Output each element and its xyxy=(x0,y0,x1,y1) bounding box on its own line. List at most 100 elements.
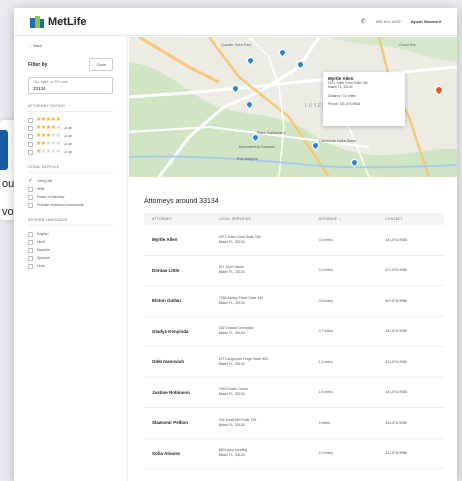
results-panel: Attorneys around 33134 ATTORNEY LEGAL SE… xyxy=(144,198,444,469)
table-row[interactable]: Elston Gullan 7268 Ashley Place Suite 344… xyxy=(144,286,444,317)
attorney-name[interactable]: Myrtle Allen xyxy=(152,237,219,242)
filter-option[interactable]: Urdu xyxy=(28,262,113,270)
clear-button[interactable]: Clear xyxy=(89,58,113,71)
attorney-address: 7268 Ashley Place Suite 344 Miami FL, 331… xyxy=(219,296,319,306)
option-label: Spanish xyxy=(37,256,50,260)
checkbox[interactable] xyxy=(28,125,33,131)
attorney-distance: 0.3 miles xyxy=(318,268,333,273)
address-line2: Miami FL, 33134 xyxy=(218,300,245,305)
col-contact: CONTACT xyxy=(385,217,403,221)
brand-logo[interactable]: MetLife xyxy=(30,15,87,28)
address-line2: Miami FL, 33134 xyxy=(218,239,245,244)
address-line2: Miami FL, 33134 xyxy=(218,270,245,275)
attorney-address: 9372 Juliet Crest Suite 336 Miami FL, 331… xyxy=(219,235,319,245)
checkbox[interactable] xyxy=(28,149,33,155)
table-row[interactable]: Gleb Ivanovich 127 Langworth Forge Suite … xyxy=(144,347,444,378)
card-phone[interactable]: Phone: 331-876-9988 xyxy=(328,102,400,106)
filter-option[interactable]: Wills xyxy=(28,185,113,193)
filter-option[interactable]: English xyxy=(28,230,113,238)
star-rating-icon: ★★★★★ xyxy=(36,141,61,147)
checkbox[interactable] xyxy=(28,186,33,192)
attorney-distance: 1.2 miles xyxy=(318,359,333,364)
attorney-name[interactable]: Justine Robinson xyxy=(152,390,219,395)
rating-option[interactable]: ★★★★★ & up xyxy=(28,132,113,140)
filter-title: Filter by xyxy=(28,61,48,68)
filter-sidebar: ← Back Filter by Clear City, state, or Z… xyxy=(14,37,128,481)
chevron-down-icon: ▾ xyxy=(438,19,441,24)
filter-option[interactable]: ✓ Living will xyxy=(28,177,113,185)
attorney-contact[interactable]: 331-876-9988 xyxy=(385,238,444,242)
option-label: English xyxy=(37,232,49,236)
rating-option[interactable]: ★★★★★ & up xyxy=(28,124,113,132)
attorney-contact[interactable]: 331-876-9988 xyxy=(385,451,444,455)
filter-option[interactable]: Power of attorney xyxy=(28,193,113,201)
attorney-contact[interactable]: 671-876-9988 xyxy=(385,268,444,272)
attorney-contact[interactable]: 331-876-9988 xyxy=(385,360,444,364)
attorney-address: 392 Chance Overpass Miami FL, 33134 xyxy=(219,326,319,336)
checkbox[interactable] xyxy=(28,202,33,208)
filter-option[interactable]: Mandrin xyxy=(28,246,113,254)
results-title: Attorneys around 33134 xyxy=(144,198,219,205)
user-menu[interactable]: Ayush Saxena ▾ xyxy=(411,19,441,24)
filter-option[interactable]: Hindi xyxy=(28,238,113,246)
table-row[interactable]: Gladys Kenyinda 392 Chance Overpass Miami … xyxy=(144,317,444,347)
attorney-distance: 1.5 miles xyxy=(318,390,333,395)
card-distance: Distance: 0.2 miles xyxy=(328,93,356,98)
rating-option[interactable]: ★★★★★ xyxy=(28,116,113,124)
checkbox[interactable] xyxy=(28,239,33,245)
phone-icon: ✆ xyxy=(360,19,366,25)
card-address-line2: Miami FL, 33134 xyxy=(328,85,353,90)
col-distance-sort[interactable]: DISTANCE ⌄ xyxy=(319,217,386,221)
top-bar: MetLife ✆ 800-621-6435 Ayush Saxena ▾ xyxy=(14,8,457,36)
checkbox[interactable] xyxy=(28,133,33,139)
checkbox[interactable] xyxy=(28,231,33,237)
checkbox[interactable] xyxy=(28,263,33,269)
map-label: Monument du Souvenir xyxy=(239,145,276,149)
attorney-name[interactable]: Elston Gullan xyxy=(152,298,219,303)
user-name: Ayush Saxena xyxy=(410,19,438,24)
rating-option[interactable]: ★★★★★ & up xyxy=(28,148,113,156)
checkbox[interactable] xyxy=(28,117,33,123)
attorney-address: 016 Yundt Mill Suite 136 Miami FL, 33134 xyxy=(219,418,319,428)
location-placeholder: City, state, or ZIP code xyxy=(33,80,69,84)
attorney-contact[interactable]: 331-876-9988 xyxy=(385,390,444,394)
table-row[interactable]: Sofia Alvarez 660 Lakin Landing Miami FL, … xyxy=(144,439,444,469)
address-line2: Miami FL, 33134 xyxy=(218,422,245,427)
location-input[interactable]: City, state, or ZIP code 33134 xyxy=(28,77,113,94)
location-value: 33134 xyxy=(33,86,46,91)
rating-option[interactable]: ★★★★★ & up xyxy=(28,140,113,148)
filter-option[interactable]: Probate residence documents xyxy=(28,201,113,209)
back-link[interactable]: ← Back xyxy=(28,43,113,48)
checkbox[interactable] xyxy=(28,255,33,261)
table-row[interactable]: Dontae Little 627 June Haven Miami FL, 331… xyxy=(144,256,444,286)
attorney-contact[interactable]: 602-876-9988 xyxy=(385,299,444,303)
attorney-address: 660 Lakin Landing Miami FL, 33134 xyxy=(219,448,319,458)
attorney-name[interactable]: Dontae Little xyxy=(152,268,219,273)
checkmark-icon[interactable]: ✓ xyxy=(28,178,33,184)
checkbox[interactable] xyxy=(28,194,33,200)
attorney-address: 7992 Dovie Corner Miami FL, 33134 xyxy=(219,387,319,397)
map-label: Cathédrale Notre-Dame xyxy=(319,139,357,143)
map-view[interactable]: Quartier Saint-Paul Grand Rue LUXEMBOURG… xyxy=(129,37,457,177)
attorney-contact[interactable]: 331-876-9988 xyxy=(385,329,444,333)
attorney-distance: 2 miles xyxy=(318,420,330,425)
attorney-name[interactable]: Gladys Kenyinda xyxy=(152,329,219,334)
checkbox[interactable] xyxy=(28,247,33,253)
attorney-contact[interactable]: 331-876-9988 xyxy=(385,421,444,425)
table-row[interactable]: Justine Robinson 7992 Dovie Corner Miami F… xyxy=(144,378,444,408)
metlife-logo-icon xyxy=(30,15,44,28)
checkbox[interactable] xyxy=(28,141,33,147)
table-row[interactable]: Myrtle Allen 9372 Juliet Crest Suite 336 M… xyxy=(144,225,444,256)
attorney-distance: 0.2 miles xyxy=(318,237,333,242)
col-legal-services: LEGAL SERVICES xyxy=(218,217,251,221)
star-rating-icon: ★★★★★ xyxy=(36,125,61,131)
attorney-name[interactable]: Sofia Alvarez xyxy=(152,451,219,456)
option-label: Urdu xyxy=(37,264,45,268)
star-rating-icon: ★★★★★ xyxy=(36,149,61,155)
filter-option[interactable]: Spanish xyxy=(28,254,113,262)
attorney-map-card[interactable]: Myrtle Allen 9372 Juliet Crest Suite 336… xyxy=(323,72,405,126)
table-row[interactable]: Slawomir Pellion 016 Yundt Mill Suite 136… xyxy=(144,408,444,439)
phone-number[interactable]: 800-621-6435 xyxy=(376,19,401,24)
attorney-name[interactable]: Slawomir Pellion xyxy=(152,420,219,425)
attorney-name[interactable]: Gleb Ivanovich xyxy=(152,359,219,364)
